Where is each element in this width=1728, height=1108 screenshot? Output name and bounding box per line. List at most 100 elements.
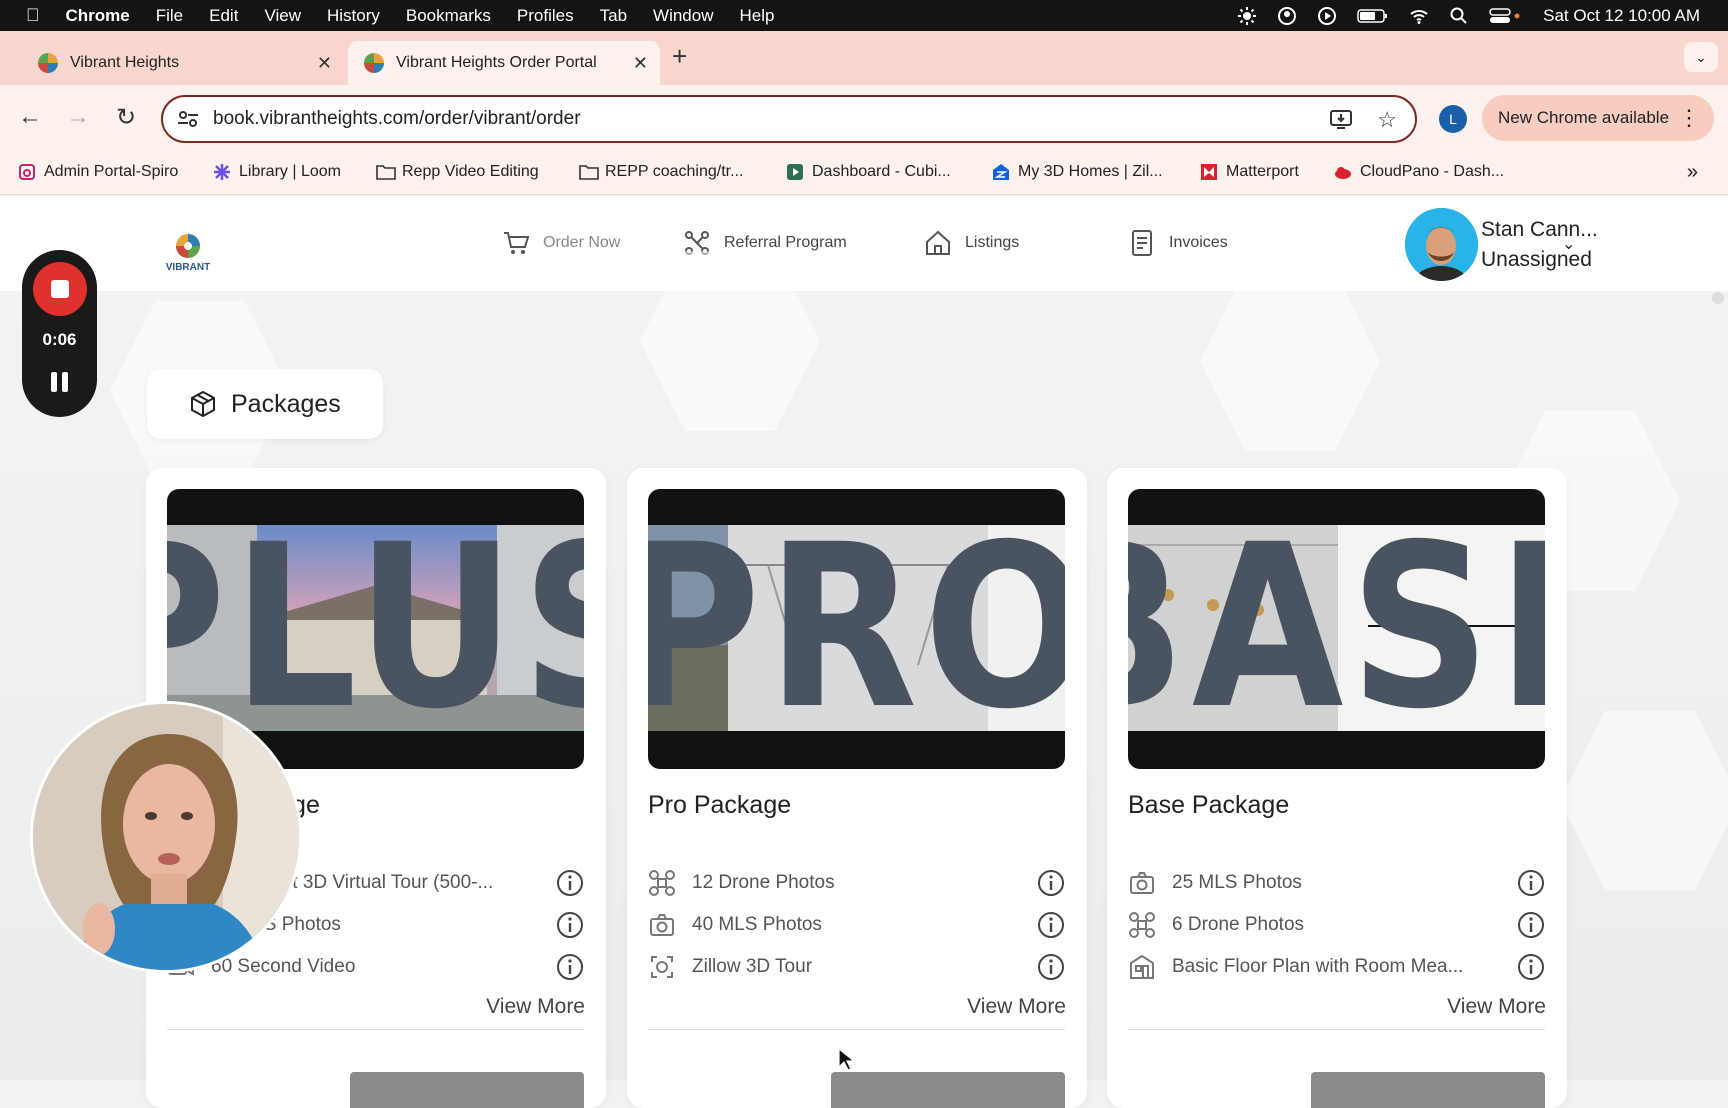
menu-bookmarks[interactable]: Bookmarks: [406, 6, 491, 26]
thumbnail-word: PLUS: [167, 525, 584, 731]
package-title[interactable]: Base Package: [1128, 791, 1289, 820]
info-icon[interactable]: [1037, 911, 1065, 939]
spotlight-search-icon[interactable]: [1449, 6, 1469, 26]
feature-label: 40 MLS Photos: [692, 914, 822, 935]
packages-heading: Packages: [147, 369, 383, 439]
select-package-button[interactable]: [350, 1072, 584, 1108]
brightness-icon[interactable]: [1237, 6, 1257, 26]
webcam-bubble[interactable]: [30, 701, 302, 973]
menu-help[interactable]: Help: [740, 6, 775, 26]
loom-icon: [213, 163, 231, 181]
folder-icon: [579, 163, 599, 181]
info-icon[interactable]: [556, 869, 584, 897]
tab-search-chevron-icon[interactable]: ⌄: [1684, 42, 1718, 72]
vibrant-heights-logo[interactable]: VIBRANT: [158, 230, 218, 276]
background-hexagon: [1560, 711, 1728, 891]
pause-icon[interactable]: [51, 372, 69, 392]
menu-edit[interactable]: Edit: [209, 6, 238, 26]
install-app-icon[interactable]: [1329, 107, 1353, 137]
info-icon[interactable]: [556, 911, 584, 939]
select-package-button[interactable]: [1311, 1072, 1545, 1108]
stop-recording-button[interactable]: [33, 262, 87, 316]
home-icon: [926, 230, 950, 255]
svg-text:VIBRANT: VIBRANT: [166, 262, 210, 273]
menu-tab[interactable]: Tab: [600, 6, 627, 26]
menu-profiles[interactable]: Profiles: [517, 6, 574, 26]
bookmark-matterport[interactable]: Matterport: [1200, 163, 1299, 181]
feature-row: Zillow 3D Tour: [648, 948, 1065, 986]
view-more-link[interactable]: View More: [1447, 995, 1546, 1019]
user-menu-chevron-down-icon[interactable]: ⌄: [1562, 234, 1575, 254]
package-thumbnail[interactable]: BASE: [1128, 489, 1545, 769]
menu-app-name[interactable]: Chrome: [66, 6, 130, 26]
bookmark-star-icon[interactable]: ☆: [1377, 107, 1397, 133]
menu-window[interactable]: Window: [653, 6, 713, 26]
feature-label: Zillow 3D Tour: [692, 956, 813, 977]
new-chrome-available-button[interactable]: New Chrome available ⋮: [1482, 95, 1714, 141]
tab-vibrant-heights[interactable]: Vibrant Heights ✕: [22, 41, 344, 85]
new-tab-plus-icon[interactable]: +: [672, 41, 687, 72]
menu-view[interactable]: View: [264, 6, 301, 26]
battery-icon[interactable]: [1357, 6, 1389, 26]
apple-icon[interactable]: : [26, 5, 40, 26]
bookmark-cubi-dashboard[interactable]: Dashboard - Cubi...: [786, 163, 951, 181]
info-icon[interactable]: [1037, 869, 1065, 897]
close-icon[interactable]: ✕: [633, 53, 648, 74]
feature-row: 12 Drone Photos: [648, 864, 1065, 902]
package-title[interactable]: Pro Package: [648, 791, 791, 820]
mouse-cursor-icon: [838, 1048, 856, 1071]
info-icon[interactable]: [1517, 953, 1545, 981]
drone-icon: [1129, 912, 1155, 938]
close-icon[interactable]: ✕: [317, 53, 332, 74]
info-icon[interactable]: [556, 953, 584, 981]
wifi-icon[interactable]: [1409, 6, 1429, 26]
menu-history[interactable]: History: [327, 6, 380, 26]
info-icon[interactable]: [1517, 869, 1545, 897]
nav-listings[interactable]: Listings: [923, 228, 1019, 258]
address-bar[interactable]: book.vibrantheights.com/order/vibrant/or…: [161, 95, 1417, 143]
bookmark-label: Dashboard - Cubi...: [812, 163, 951, 180]
bookmark-admin-portal[interactable]: Admin Portal-Spiro: [18, 163, 178, 181]
package-card-base[interactable]: BASE Base Package 25 MLS Photos 6 Drone …: [1107, 468, 1567, 1108]
profile-avatar[interactable]: L: [1439, 105, 1467, 133]
tab-order-portal[interactable]: Vibrant Heights Order Portal ✕: [348, 41, 660, 85]
bookmark-zillow-3d[interactable]: My 3D Homes | Zil...: [992, 163, 1163, 181]
thumbnail-word-band: PRO: [648, 525, 1065, 731]
menu-file[interactable]: File: [156, 6, 183, 26]
user-avatar[interactable]: [1405, 208, 1478, 281]
url-text[interactable]: book.vibrantheights.com/order/vibrant/or…: [213, 108, 581, 130]
info-icon[interactable]: [1037, 953, 1065, 981]
reload-icon[interactable]: ↻: [116, 103, 136, 132]
user-name[interactable]: Stan Cann...: [1481, 218, 1598, 242]
forward-arrow-icon[interactable]: →: [66, 103, 90, 131]
cloudpano-icon: [1334, 163, 1352, 181]
play-icon[interactable]: [1317, 6, 1337, 26]
bookmark-repp-video[interactable]: Repp Video Editing: [376, 163, 539, 181]
tour-3d-icon: [651, 956, 673, 978]
bookmark-label: Matterport: [1226, 163, 1299, 180]
info-icon[interactable]: [1517, 911, 1545, 939]
nav-invoices[interactable]: Invoices: [1127, 228, 1228, 258]
drone-icon: [649, 870, 675, 896]
bookmark-repp-coaching[interactable]: REPP coaching/tr...: [579, 163, 743, 181]
view-more-link[interactable]: View More: [967, 995, 1066, 1019]
kebab-menu-icon[interactable]: ⋮: [1678, 105, 1700, 131]
folder-icon: [376, 163, 396, 181]
user-account-icon[interactable]: [1277, 6, 1297, 26]
scrollbar-thumb[interactable]: [1712, 292, 1724, 304]
bookmark-cloudpano[interactable]: CloudPano - Dash...: [1334, 163, 1504, 181]
bookmark-loom[interactable]: Library | Loom: [213, 163, 341, 181]
bookmark-label: REPP coaching/tr...: [605, 163, 744, 180]
view-more-link[interactable]: View More: [486, 995, 585, 1019]
select-package-button[interactable]: [831, 1072, 1065, 1108]
package-card-pro[interactable]: PRO Pro Package 12 Drone Photos 40 MLS P…: [627, 468, 1087, 1108]
back-arrow-icon[interactable]: ←: [18, 103, 42, 131]
menubar-clock[interactable]: Sat Oct 12 10:00 AM: [1543, 6, 1700, 26]
card-divider: [167, 1029, 584, 1030]
nav-order-now[interactable]: Order Now: [501, 228, 620, 258]
control-center-icon[interactable]: [1489, 6, 1523, 26]
site-info-tune-icon[interactable]: [177, 109, 199, 129]
more-bookmarks-chevron-icon[interactable]: »: [1687, 161, 1698, 184]
package-thumbnail[interactable]: PRO: [648, 489, 1065, 769]
vibrant-favicon-icon: [364, 53, 384, 73]
